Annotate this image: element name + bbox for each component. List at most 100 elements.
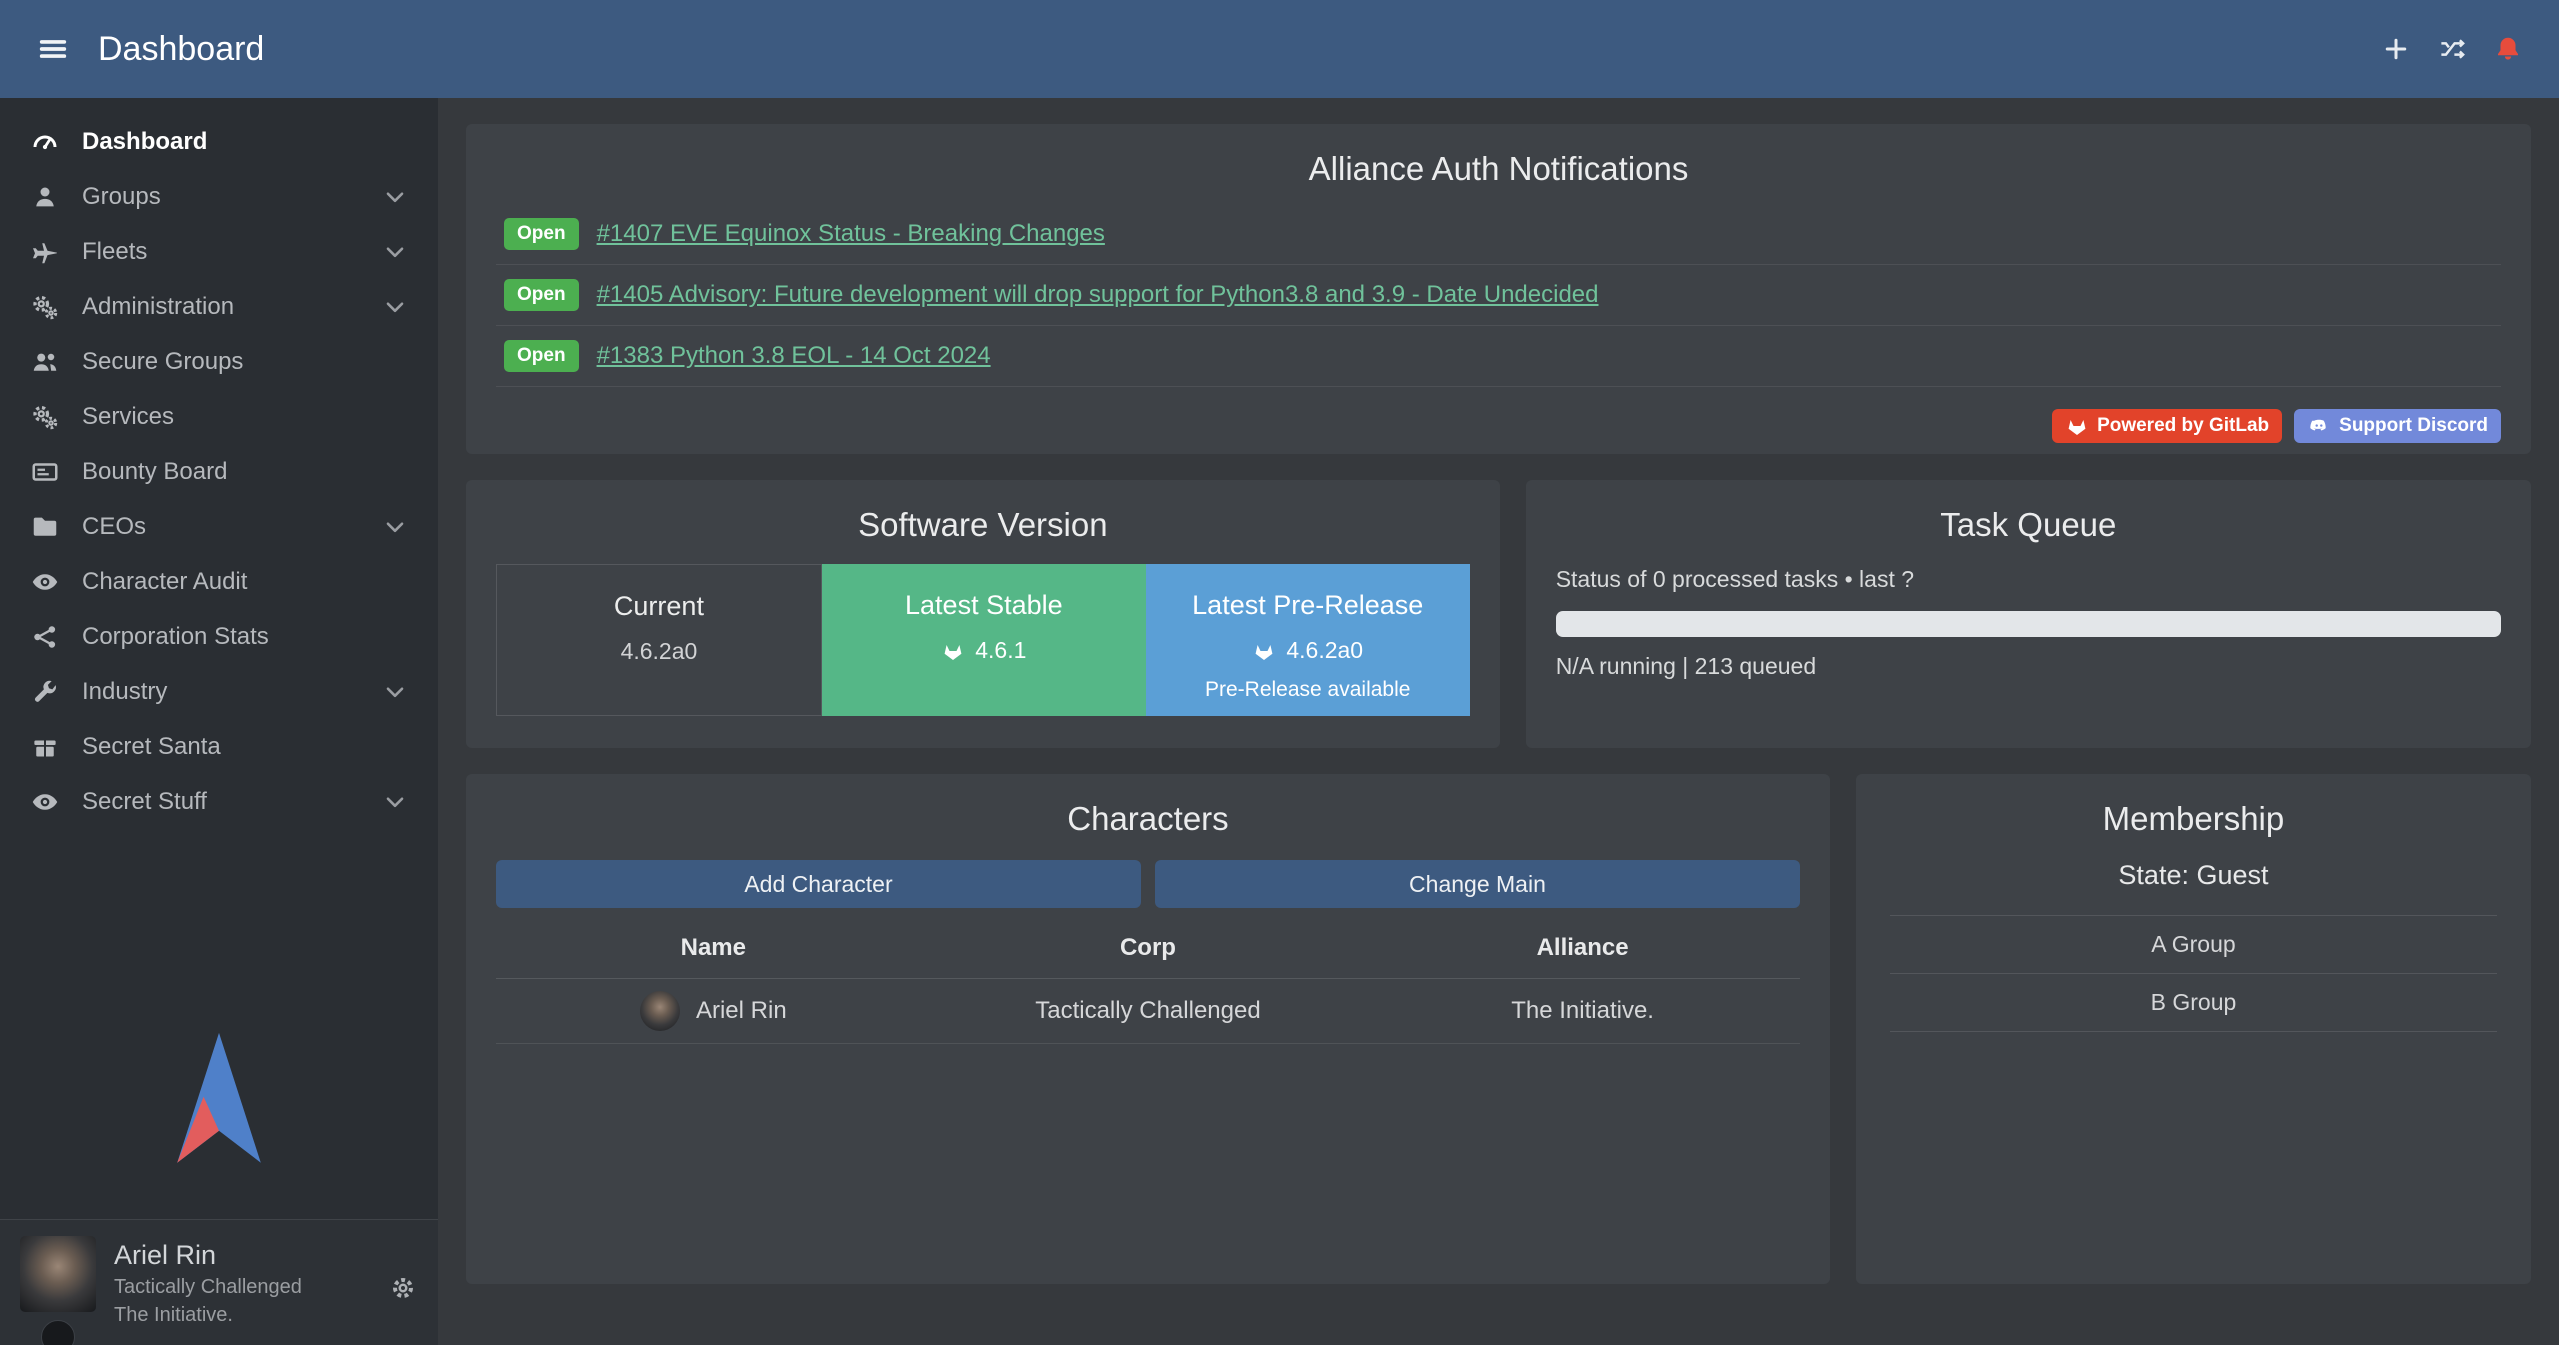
character-alliance: The Initiative. <box>1365 979 1800 1044</box>
sidebar: Dashboard Groups Fleets Administration S… <box>0 98 438 1345</box>
corp-emblem <box>41 1320 75 1345</box>
sidebar-item-label: Corporation Stats <box>82 623 269 651</box>
chevron-down-icon <box>382 514 408 540</box>
software-version-columns: Current 4.6.2a0 Latest Stable 4.6.1 Late… <box>496 564 1470 716</box>
gitlab-icon <box>1252 639 1276 663</box>
sidebar-item-administration[interactable]: Administration <box>0 279 438 334</box>
sidebar-item-label: Industry <box>82 678 167 706</box>
discord-badge-label: Support Discord <box>2339 415 2488 437</box>
version-latest-stable[interactable]: Latest Stable 4.6.1 <box>822 564 1146 716</box>
group-row: B Group <box>1890 974 2497 1032</box>
discord-icon <box>2307 414 2331 438</box>
version-current: Current 4.6.2a0 <box>496 564 822 716</box>
sidebar-user-card: Ariel Rin Tactically Challenged The Init… <box>0 1219 438 1345</box>
main-content: Alliance Auth Notifications Open #1407 E… <box>438 98 2559 1345</box>
tachometer-icon <box>30 127 60 157</box>
notification-link[interactable]: #1405 Advisory: Future development will … <box>597 281 1599 309</box>
sidebar-item-label: Secure Groups <box>82 348 243 376</box>
sidebar-item-label: Groups <box>82 183 161 211</box>
version-stable-value: 4.6.1 <box>975 637 1026 664</box>
sidebar-menu: Dashboard Groups Fleets Administration S… <box>0 98 438 829</box>
version-prerelease-value: 4.6.2a0 <box>1286 637 1363 664</box>
characters-table: Name Corp Alliance Ariel Rin Tactic <box>496 918 1800 1044</box>
share-nodes-icon <box>30 622 60 652</box>
chevron-down-icon <box>382 679 408 705</box>
chevron-down-icon <box>382 184 408 210</box>
cogs-icon <box>30 402 60 432</box>
notification-link[interactable]: #1383 Python 3.8 EOL - 14 Oct 2024 <box>597 342 991 370</box>
change-main-button[interactable]: Change Main <box>1155 860 1800 908</box>
column-header-name: Name <box>496 918 931 979</box>
sidebar-item-fleets[interactable]: Fleets <box>0 224 438 279</box>
gitlab-icon <box>2065 414 2089 438</box>
sidebar-item-industry[interactable]: Industry <box>0 664 438 719</box>
version-current-value: 4.6.2a0 <box>621 638 698 665</box>
version-latest-prerelease[interactable]: Latest Pre-Release 4.6.2a0 Pre-Release a… <box>1146 564 1470 716</box>
sidebar-item-label: Bounty Board <box>82 458 227 486</box>
bell-icon[interactable] <box>2493 34 2523 64</box>
sidebar-item-secret-santa[interactable]: Secret Santa <box>0 719 438 774</box>
gitlab-badge-label: Powered by GitLab <box>2097 415 2269 437</box>
gear-icon[interactable] <box>388 1273 418 1303</box>
notification-row: Open #1383 Python 3.8 EOL - 14 Oct 2024 <box>496 326 2501 387</box>
column-header-alliance: Alliance <box>1365 918 1800 979</box>
notification-row: Open #1405 Advisory: Future development … <box>496 265 2501 326</box>
sidebar-item-bounty-board[interactable]: Bounty Board <box>0 444 438 499</box>
sidebar-item-ceos[interactable]: CEOs <box>0 499 438 554</box>
shuffle-icon[interactable] <box>2437 34 2467 64</box>
board-icon <box>30 457 60 487</box>
hamburger-menu-icon[interactable] <box>36 32 70 66</box>
eye-icon <box>30 787 60 817</box>
sidebar-item-label: Administration <box>82 293 234 321</box>
character-name-cell: Ariel Rin <box>504 991 923 1031</box>
add-character-button[interactable]: Add Character <box>496 860 1141 908</box>
table-header-row: Name Corp Alliance <box>496 918 1800 979</box>
software-version-title: Software Version <box>496 506 1470 544</box>
prerelease-note: Pre-Release available <box>1146 678 1470 702</box>
plus-icon[interactable] <box>2381 34 2411 64</box>
sidebar-item-label: CEOs <box>82 513 146 541</box>
fighter-jet-icon <box>30 237 60 267</box>
discord-badge[interactable]: Support Discord <box>2294 409 2501 443</box>
version-prerelease-label: Latest Pre-Release <box>1146 590 1470 621</box>
row-characters-membership: Characters Add Character Change Main Nam… <box>466 774 2531 1284</box>
sidebar-item-label: Dashboard <box>82 128 207 156</box>
sidebar-item-services[interactable]: Services <box>0 389 438 444</box>
gitlab-badge[interactable]: Powered by GitLab <box>2052 409 2282 443</box>
sidebar-item-corporation-stats[interactable]: Corporation Stats <box>0 609 438 664</box>
navbar-actions <box>2381 34 2523 64</box>
software-version-panel: Software Version Current 4.6.2a0 Latest … <box>466 480 1500 748</box>
sidebar-item-dashboard[interactable]: Dashboard <box>0 114 438 169</box>
gears-icon <box>30 292 60 322</box>
sidebar-item-secure-groups[interactable]: Secure Groups <box>0 334 438 389</box>
task-queue-title: Task Queue <box>1556 506 2501 544</box>
notifications-title: Alliance Auth Notifications <box>496 150 2501 188</box>
sidebar-item-label: Fleets <box>82 238 147 266</box>
character-name: Ariel Rin <box>696 997 787 1025</box>
top-navbar: Dashboard <box>0 0 2559 98</box>
version-current-label: Current <box>497 591 821 622</box>
user-name: Ariel Rin <box>114 1240 302 1271</box>
task-queue-panel: Task Queue Status of 0 processed tasks •… <box>1526 480 2531 748</box>
user-alliance: The Initiative. <box>114 1304 302 1327</box>
membership-groups: A Group B Group <box>1890 915 2497 1032</box>
wrench-icon <box>30 677 60 707</box>
notifications-panel: Alliance Auth Notifications Open #1407 E… <box>466 124 2531 454</box>
table-row: Ariel Rin Tactically Challenged The Init… <box>496 979 1800 1044</box>
sidebar-item-groups[interactable]: Groups <box>0 169 438 224</box>
footer-badges: Powered by GitLab Support Discord <box>496 409 2501 443</box>
notification-link[interactable]: #1407 EVE Equinox Status - Breaking Chan… <box>597 220 1105 248</box>
gift-icon <box>30 732 60 762</box>
sidebar-item-label: Secret Stuff <box>82 788 207 816</box>
task-queue-counts: N/A running | 213 queued <box>1556 653 2501 680</box>
sidebar-item-secret-stuff[interactable]: Secret Stuff <box>0 774 438 829</box>
membership-title: Membership <box>1886 800 2501 838</box>
sidebar-item-label: Services <box>82 403 174 431</box>
row-software-taskqueue: Software Version Current 4.6.2a0 Latest … <box>466 480 2531 748</box>
status-badge: Open <box>504 218 579 250</box>
sidebar-item-character-audit[interactable]: Character Audit <box>0 554 438 609</box>
membership-state: State: Guest <box>1886 860 2501 891</box>
notification-row: Open #1407 EVE Equinox Status - Breaking… <box>496 204 2501 265</box>
sidebar-item-label: Character Audit <box>82 568 247 596</box>
page-title: Dashboard <box>98 30 264 69</box>
